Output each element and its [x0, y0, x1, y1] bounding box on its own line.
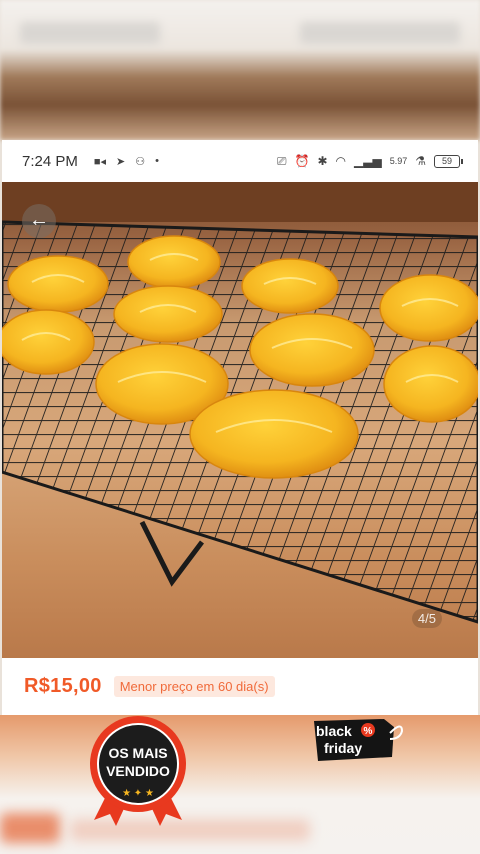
wifi-icon: ◠	[335, 154, 347, 168]
black-friday-sticker: % black friday	[310, 717, 406, 763]
notification-icons: ■◂ ➤ ⚇ •	[94, 155, 159, 168]
status-time: 7:24 PM	[22, 152, 78, 170]
status-bar: 7:24 PM ■◂ ➤ ⚇ • ⎚ ⏰ ✱ ◠ ▁▃▅ 5.97 ⚗ 59	[2, 140, 478, 182]
sticker-line2: friday	[324, 740, 362, 756]
badge-line2: VENDIDO	[106, 763, 170, 779]
cast-icon: ⎚	[276, 153, 287, 168]
send-icon: ➤	[116, 155, 126, 168]
sticker-percent: %	[364, 726, 373, 737]
video-icon: ■◂	[93, 155, 107, 168]
flask-icon: ⚗	[415, 154, 426, 168]
dot-icon: •	[155, 155, 159, 167]
badge-shape: OS MAIS VENDIDO ★ ✦ ★	[90, 716, 186, 826]
back-arrow-icon[interactable]: ←	[22, 204, 56, 238]
network-speed: 5.97	[389, 156, 408, 166]
sticker-shape: % black friday	[314, 719, 404, 761]
battery-icon: 59	[434, 154, 463, 168]
screenshot-card: 7:24 PM ■◂ ➤ ⚇ • ⎚ ⏰ ✱ ◠ ▁▃▅ 5.97 ⚗ 59 ←…	[2, 140, 478, 715]
cookies-on-rack-illustration	[2, 182, 478, 624]
system-icons: ⎚ ⏰ ✱ ◠ ▁▃▅ 5.97 ⚗ 59	[276, 153, 463, 169]
badge-line1: OS MAIS	[108, 745, 167, 761]
sticker-line1: black	[316, 723, 352, 739]
star-icon: ★ ✦ ★	[122, 788, 154, 799]
group-icon: ⚇	[135, 155, 146, 168]
product-image[interactable]: ← 4/5	[2, 182, 478, 658]
alarm-icon: ⏰	[294, 154, 310, 168]
blurred-background-top	[0, 0, 480, 140]
lowest-price-tag: Menor preço em 60 dia(s)	[113, 676, 275, 697]
signal-icon: ▁▃▅	[354, 154, 382, 168]
bluetooth-icon: ✱	[317, 154, 328, 168]
image-counter: 4/5	[411, 609, 442, 628]
product-price: R$15,00	[24, 675, 102, 697]
best-seller-badge: OS MAIS VENDIDO ★ ✦ ★	[86, 714, 190, 826]
blurred-background-bottom	[0, 715, 480, 854]
price-row: R$15,00 Menor preço em 60 dia(s)	[2, 658, 478, 715]
